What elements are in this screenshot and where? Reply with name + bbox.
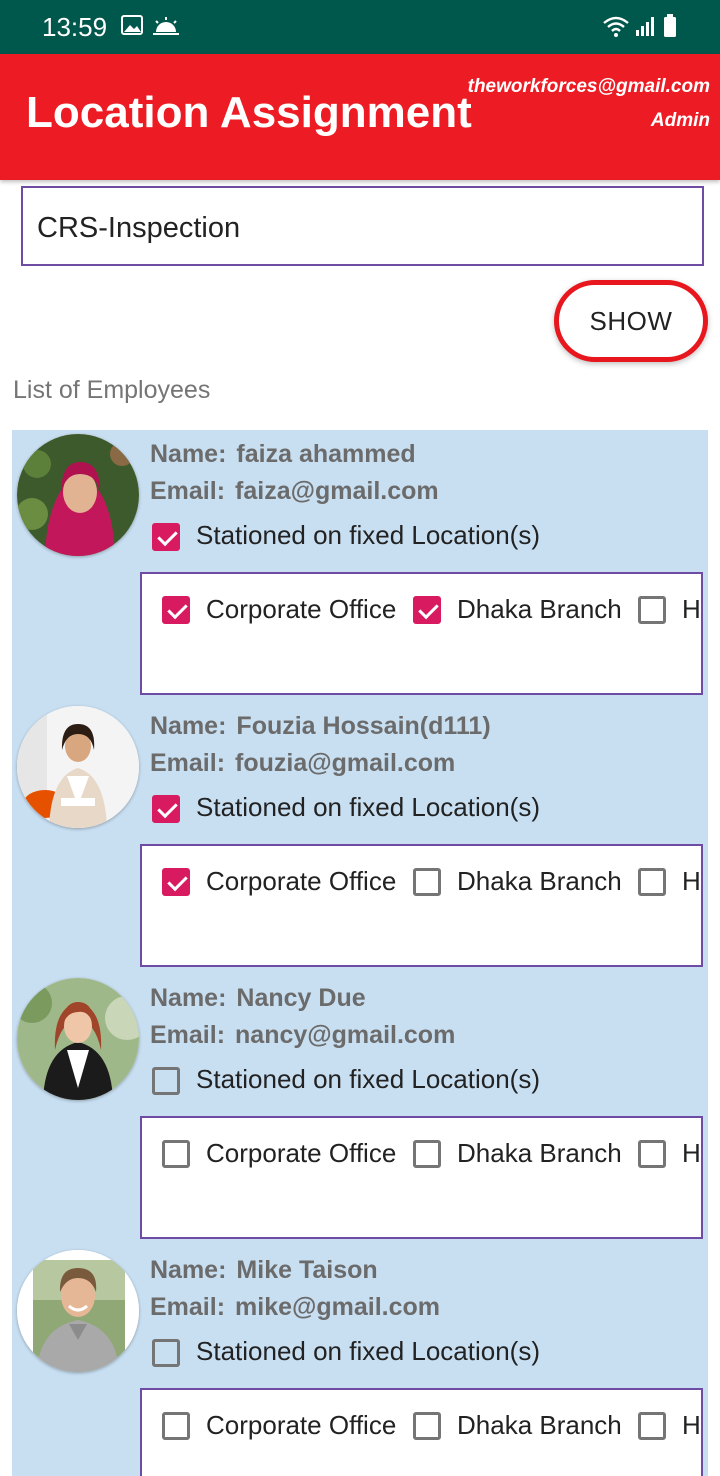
location-list[interactable]: Corporate Office Dhaka Branch H <box>140 1116 703 1239</box>
location-checkbox[interactable] <box>162 596 190 624</box>
battery-icon <box>664 14 676 37</box>
location-label: Dhaka Branch <box>457 1138 622 1168</box>
employee-email: Email: mike@gmail.com <box>150 1293 440 1322</box>
employee-name-value: Nancy Due <box>236 984 366 1012</box>
employee-email: Email: nancy@gmail.com <box>150 1021 455 1050</box>
employee-name-value: Fouzia Hossain(d111) <box>236 712 491 740</box>
name-label: Name: <box>150 712 227 740</box>
employee-email-value: fouzia@gmail.com <box>235 749 456 777</box>
location-label: Corporate Office <box>206 594 397 624</box>
fixed-location-checkbox[interactable] <box>152 1339 180 1367</box>
location-checkbox[interactable] <box>162 868 190 896</box>
status-right-icons <box>602 14 680 45</box>
fixed-location-label: Stationed on fixed Location(s) <box>196 1336 540 1366</box>
location-checkbox[interactable] <box>413 596 441 624</box>
avatar <box>17 434 139 556</box>
name-label: Name: <box>150 984 227 1012</box>
page-title: Location Assignment <box>26 88 472 137</box>
employee-name: Name: Mike Taison <box>150 1256 378 1285</box>
location-label: Corporate Office <box>206 1410 397 1440</box>
avatar <box>17 978 139 1100</box>
user-email: theworkforces@gmail.com <box>467 76 710 97</box>
status-bar: 13:59 <box>0 0 720 54</box>
employee-name-value: Mike Taison <box>236 1256 378 1284</box>
name-label: Name: <box>150 1256 227 1284</box>
employee-card: Name: faiza ahammed Email: faiza@gmail.com… <box>12 430 708 702</box>
employee-name-value: faiza ahammed <box>236 440 416 468</box>
fixed-location-label: Stationed on fixed Location(s) <box>196 792 540 822</box>
location-checkbox[interactable] <box>638 1412 666 1440</box>
image-icon <box>121 15 143 35</box>
fixed-location-label: Stationed on fixed Location(s) <box>196 1064 540 1094</box>
location-label: Corporate Office <box>206 866 397 896</box>
location-label: Dhaka Branch <box>457 594 622 624</box>
location-list[interactable]: Corporate Office Dhaka Branch H <box>140 1388 703 1476</box>
location-list[interactable]: Corporate Office Dhaka Branch H <box>140 844 703 967</box>
location-list[interactable]: Corporate Office Dhaka Branch H <box>140 572 703 695</box>
project-select-value: CRS-Inspection <box>37 212 241 244</box>
project-select[interactable]: CRS-Inspection <box>21 186 704 266</box>
location-label: H <box>682 1138 701 1168</box>
location-label: Dhaka Branch <box>457 866 622 896</box>
employee-name: Name: faiza ahammed <box>150 440 416 469</box>
user-role: Admin <box>650 110 710 131</box>
location-label: H <box>682 1410 701 1440</box>
location-label: Dhaka Branch <box>457 1410 622 1440</box>
location-checkbox[interactable] <box>413 868 441 896</box>
employee-card: Name: Fouzia Hossain(d111) Email: fouzia@g… <box>12 702 708 974</box>
app-bar: Location Assignment theworkforces@gmail.… <box>0 54 720 180</box>
signal-icon <box>636 17 654 36</box>
fixed-location-label: Stationed on fixed Location(s) <box>196 520 540 550</box>
employee-email-value: nancy@gmail.com <box>235 1021 456 1049</box>
employee-email-value: faiza@gmail.com <box>235 477 439 505</box>
status-time: 13:59 <box>42 12 108 42</box>
location-label: Corporate Office <box>206 1138 397 1168</box>
location-checkbox[interactable] <box>638 868 666 896</box>
employee-name: Name: Fouzia Hossain(d111) <box>150 712 491 741</box>
weather-icon <box>153 17 179 35</box>
status-left-icons <box>120 14 190 45</box>
list-heading: List of Employees <box>13 376 211 404</box>
email-label: Email: <box>150 477 226 505</box>
location-checkbox[interactable] <box>638 596 666 624</box>
location-label: H <box>682 594 701 624</box>
employee-email-value: mike@gmail.com <box>235 1293 441 1321</box>
avatar <box>17 1250 139 1372</box>
location-checkbox[interactable] <box>162 1412 190 1440</box>
email-label: Email: <box>150 1293 226 1321</box>
fixed-location-checkbox[interactable] <box>152 523 180 551</box>
avatar <box>17 706 139 828</box>
location-checkbox[interactable] <box>413 1140 441 1168</box>
wifi-icon <box>603 16 629 32</box>
location-label: H <box>682 866 701 896</box>
location-checkbox[interactable] <box>162 1140 190 1168</box>
fixed-location-checkbox[interactable] <box>152 1067 180 1095</box>
fixed-location-checkbox[interactable] <box>152 795 180 823</box>
employee-email: Email: fouzia@gmail.com <box>150 749 455 778</box>
employee-card: Name: Nancy Due Email: nancy@gmail.com Sta… <box>12 974 708 1246</box>
location-checkbox[interactable] <box>413 1412 441 1440</box>
employee-card: Name: Mike Taison Email: mike@gmail.com St… <box>12 1246 708 1476</box>
employee-name: Name: Nancy Due <box>150 984 366 1013</box>
email-label: Email: <box>150 1021 226 1049</box>
show-button[interactable]: SHOW <box>554 280 708 362</box>
employee-email: Email: faiza@gmail.com <box>150 477 439 506</box>
location-checkbox[interactable] <box>638 1140 666 1168</box>
email-label: Email: <box>150 749 226 777</box>
name-label: Name: <box>150 440 227 468</box>
employee-list[interactable]: Name: faiza ahammed Email: faiza@gmail.com… <box>12 430 708 1476</box>
